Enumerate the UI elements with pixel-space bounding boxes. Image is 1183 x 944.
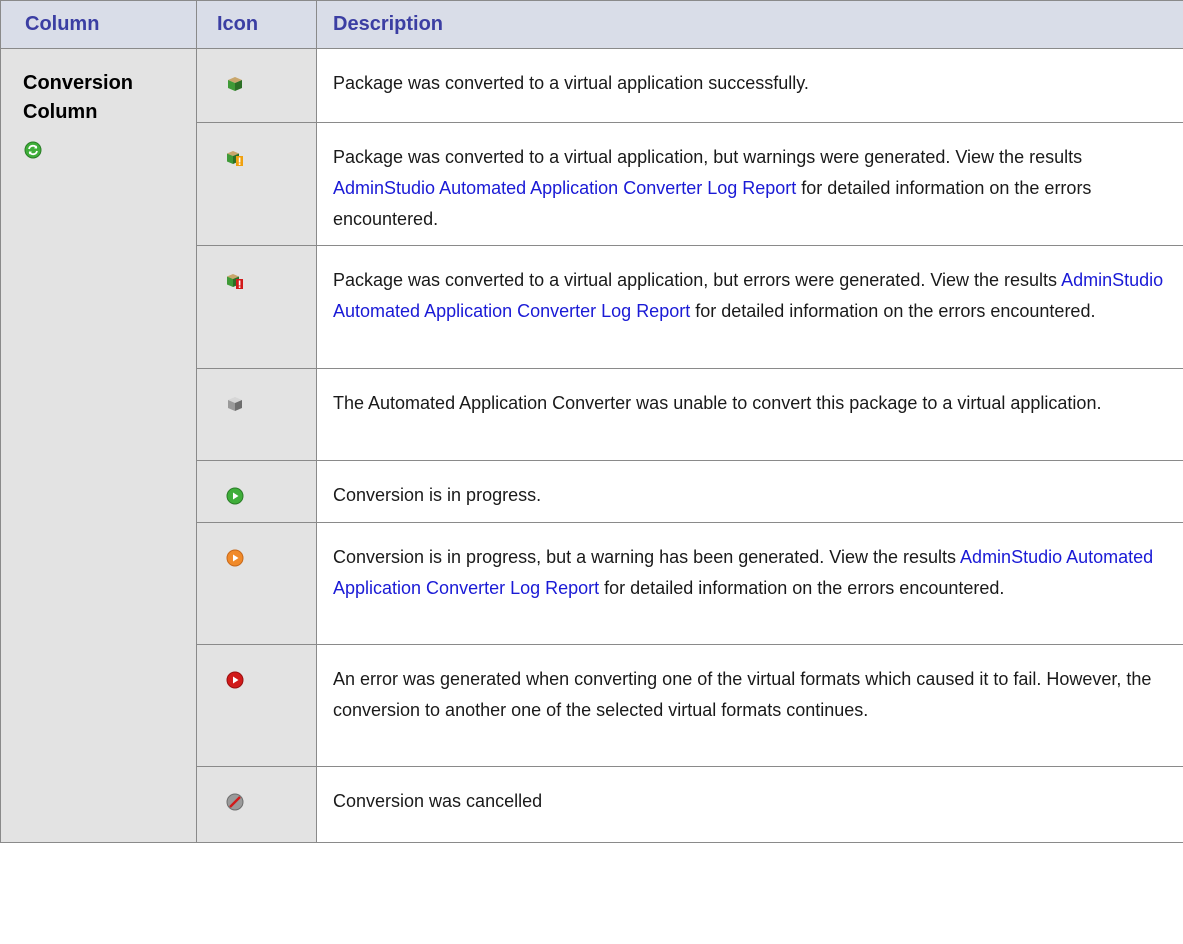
play-green-icon — [226, 487, 244, 505]
play-orange-icon — [226, 549, 244, 567]
description-cell: Package was converted to a virtual appli… — [316, 245, 1183, 369]
icon-cell — [196, 460, 317, 523]
description-cell: Package was converted to a virtual appli… — [316, 48, 1183, 123]
icon-cell — [196, 644, 317, 767]
refresh-circle-icon — [24, 141, 42, 159]
description-text: Package was converted to a virtual appli… — [333, 270, 1062, 290]
conversion-column-icon-table: Column Icon Description Conversion Colum… — [0, 0, 1183, 843]
package-warning-icon — [227, 151, 243, 166]
description-text: The Automated Application Converter was … — [333, 393, 1102, 413]
header-column: Column — [0, 0, 197, 49]
icon-cell — [196, 245, 317, 369]
column-name-cell: Conversion Column — [0, 48, 197, 843]
icon-cell — [196, 368, 317, 461]
description-cell: The Automated Application Converter was … — [316, 368, 1183, 461]
package-success-icon — [228, 77, 242, 91]
description-text: Conversion is in progress, but a warning… — [333, 547, 961, 567]
description-cell: Package was converted to a virtual appli… — [316, 122, 1183, 246]
icon-cell — [196, 766, 317, 843]
header-description: Description — [316, 0, 1183, 49]
table-header-row: Column Icon Description — [0, 0, 1183, 49]
description-text: Conversion is in progress. — [333, 485, 542, 505]
header-icon: Icon — [196, 0, 317, 49]
icon-cell — [196, 122, 317, 246]
package-failed-icon — [228, 397, 242, 411]
description-cell: An error was generated when converting o… — [316, 644, 1183, 767]
description-cell: Conversion is in progress, but a warning… — [316, 522, 1183, 645]
description-text: Conversion was cancelled — [333, 791, 543, 811]
play-red-icon — [226, 671, 244, 689]
description-cell: Conversion is in progress. — [316, 460, 1183, 523]
package-error-icon — [227, 274, 243, 289]
description-cell: Conversion was cancelled — [316, 766, 1183, 843]
cancelled-icon — [226, 793, 244, 811]
column-name-line1: Conversion — [23, 72, 134, 94]
description-text: Package was converted to a virtual appli… — [333, 73, 809, 93]
description-text: An error was generated when converting o… — [333, 669, 1152, 720]
log-report-link[interactable]: AdminStudio Automated Application Conver… — [333, 178, 796, 198]
description-text: Package was converted to a virtual appli… — [333, 147, 1083, 167]
icon-cell — [196, 48, 317, 123]
description-text: for detailed information on the errors e… — [690, 301, 1096, 321]
table-row: Conversion Column Package was converted … — [0, 48, 1183, 843]
icon-cell — [196, 522, 317, 645]
column-name-line2: Column — [23, 101, 98, 123]
description-text: for detailed information on the errors e… — [599, 578, 1005, 598]
